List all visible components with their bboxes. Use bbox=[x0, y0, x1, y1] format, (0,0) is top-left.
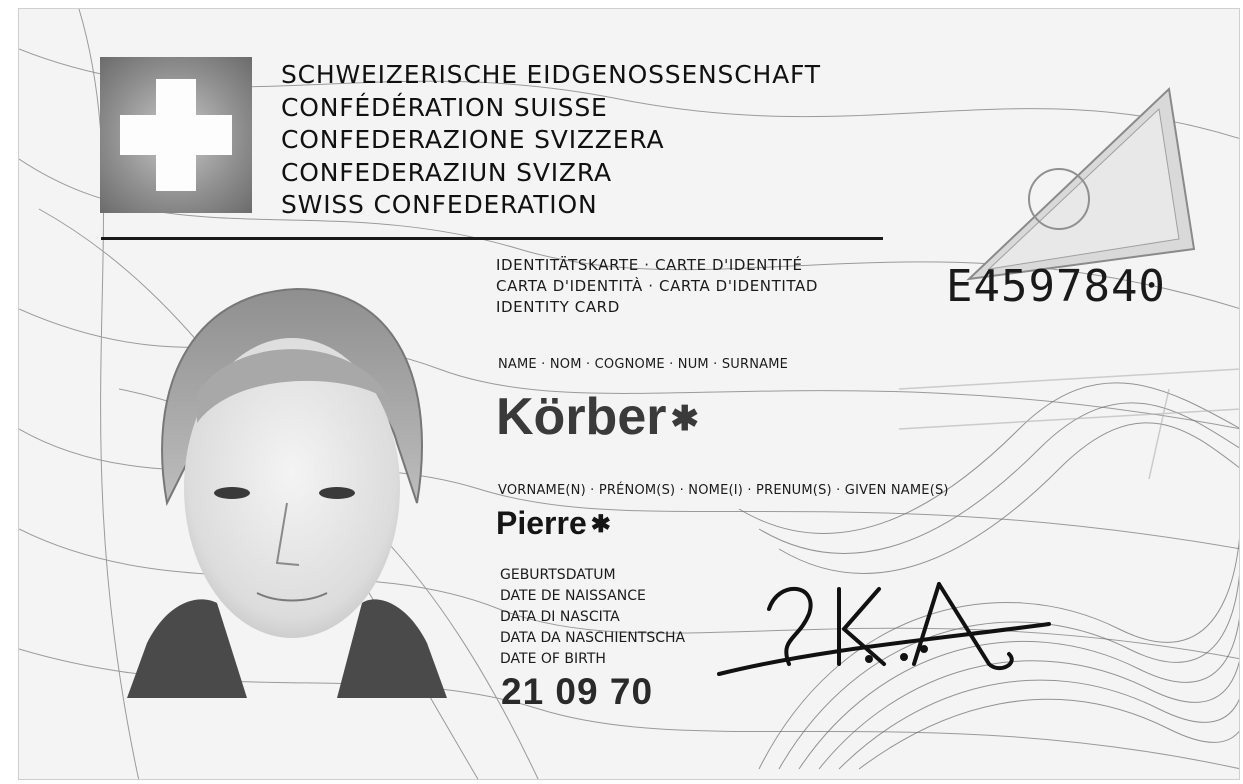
confederation-line-it: CONFEDERAZIONE SVIZZERA bbox=[281, 125, 665, 154]
date-of-birth-label: DATE OF BIRTH bbox=[500, 651, 606, 667]
surname-field: Körber ✱ bbox=[496, 387, 699, 447]
date-of-birth-label: DATA DI NASCITA bbox=[500, 609, 620, 625]
document-type: IDENTITÄTSKARTE · CARTE D'IDENTITÉ CARTA… bbox=[496, 255, 818, 318]
given-names-label: VORNAME(N) · PRÉNOM(S) · NOME(I) · PRENU… bbox=[498, 483, 949, 498]
date-of-birth-label: DATE DE NAISSANCE bbox=[500, 588, 646, 604]
given-names-field: Pierre ✱ bbox=[496, 505, 611, 542]
surname-label: NAME · NOM · COGNOME · NUM · SURNAME bbox=[498, 357, 789, 372]
surname-value: Körber bbox=[496, 388, 667, 446]
filler-mark: ✱ bbox=[590, 511, 611, 538]
holder-photo bbox=[127, 287, 447, 698]
date-of-birth-label: GEBURTSDATUM bbox=[500, 567, 616, 583]
given-names-value: Pierre bbox=[496, 505, 587, 541]
date-of-birth-label: DATA DA NASCHIENTSCHA bbox=[500, 630, 686, 646]
document-type-line: CARTA D'IDENTITÀ · CARTA D'IDENTITAD bbox=[496, 277, 819, 295]
confederation-heading: SCHWEIZERISCHE EIDGENOSSENSCHAFT CONFÉDÉ… bbox=[281, 59, 821, 222]
confederation-line-rm: CONFEDERAZIUN SVIZRA bbox=[281, 157, 612, 187]
header-divider bbox=[101, 237, 883, 240]
holder-signature bbox=[717, 582, 1051, 676]
confederation-line-en: SWISS CONFEDERATION bbox=[281, 190, 598, 219]
document-type-line: IDENTITÄTSKARTE · CARTE D'IDENTITÉ bbox=[496, 256, 803, 274]
identity-card: SCHWEIZERISCHE EIDGENOSSENSCHAFT CONFÉDÉ… bbox=[18, 8, 1240, 780]
confederation-line-de: SCHWEIZERISCHE EIDGENOSSENSCHAFT bbox=[281, 60, 821, 89]
confederation-line-fr: CONFÉDÉRATION SUISSE bbox=[281, 92, 608, 122]
date-of-birth-labels: GEBURTSDATUM DATE DE NAISSANCE DATA DI N… bbox=[500, 565, 685, 670]
date-of-birth-value: 21 09 70 bbox=[501, 671, 654, 712]
filler-mark: ✱ bbox=[670, 400, 699, 438]
flag-cross-horizontal bbox=[120, 115, 232, 155]
document-type-line: IDENTITY CARD bbox=[496, 298, 620, 316]
swiss-flag-icon bbox=[100, 57, 252, 213]
document-number: E4597840 bbox=[946, 261, 1166, 312]
